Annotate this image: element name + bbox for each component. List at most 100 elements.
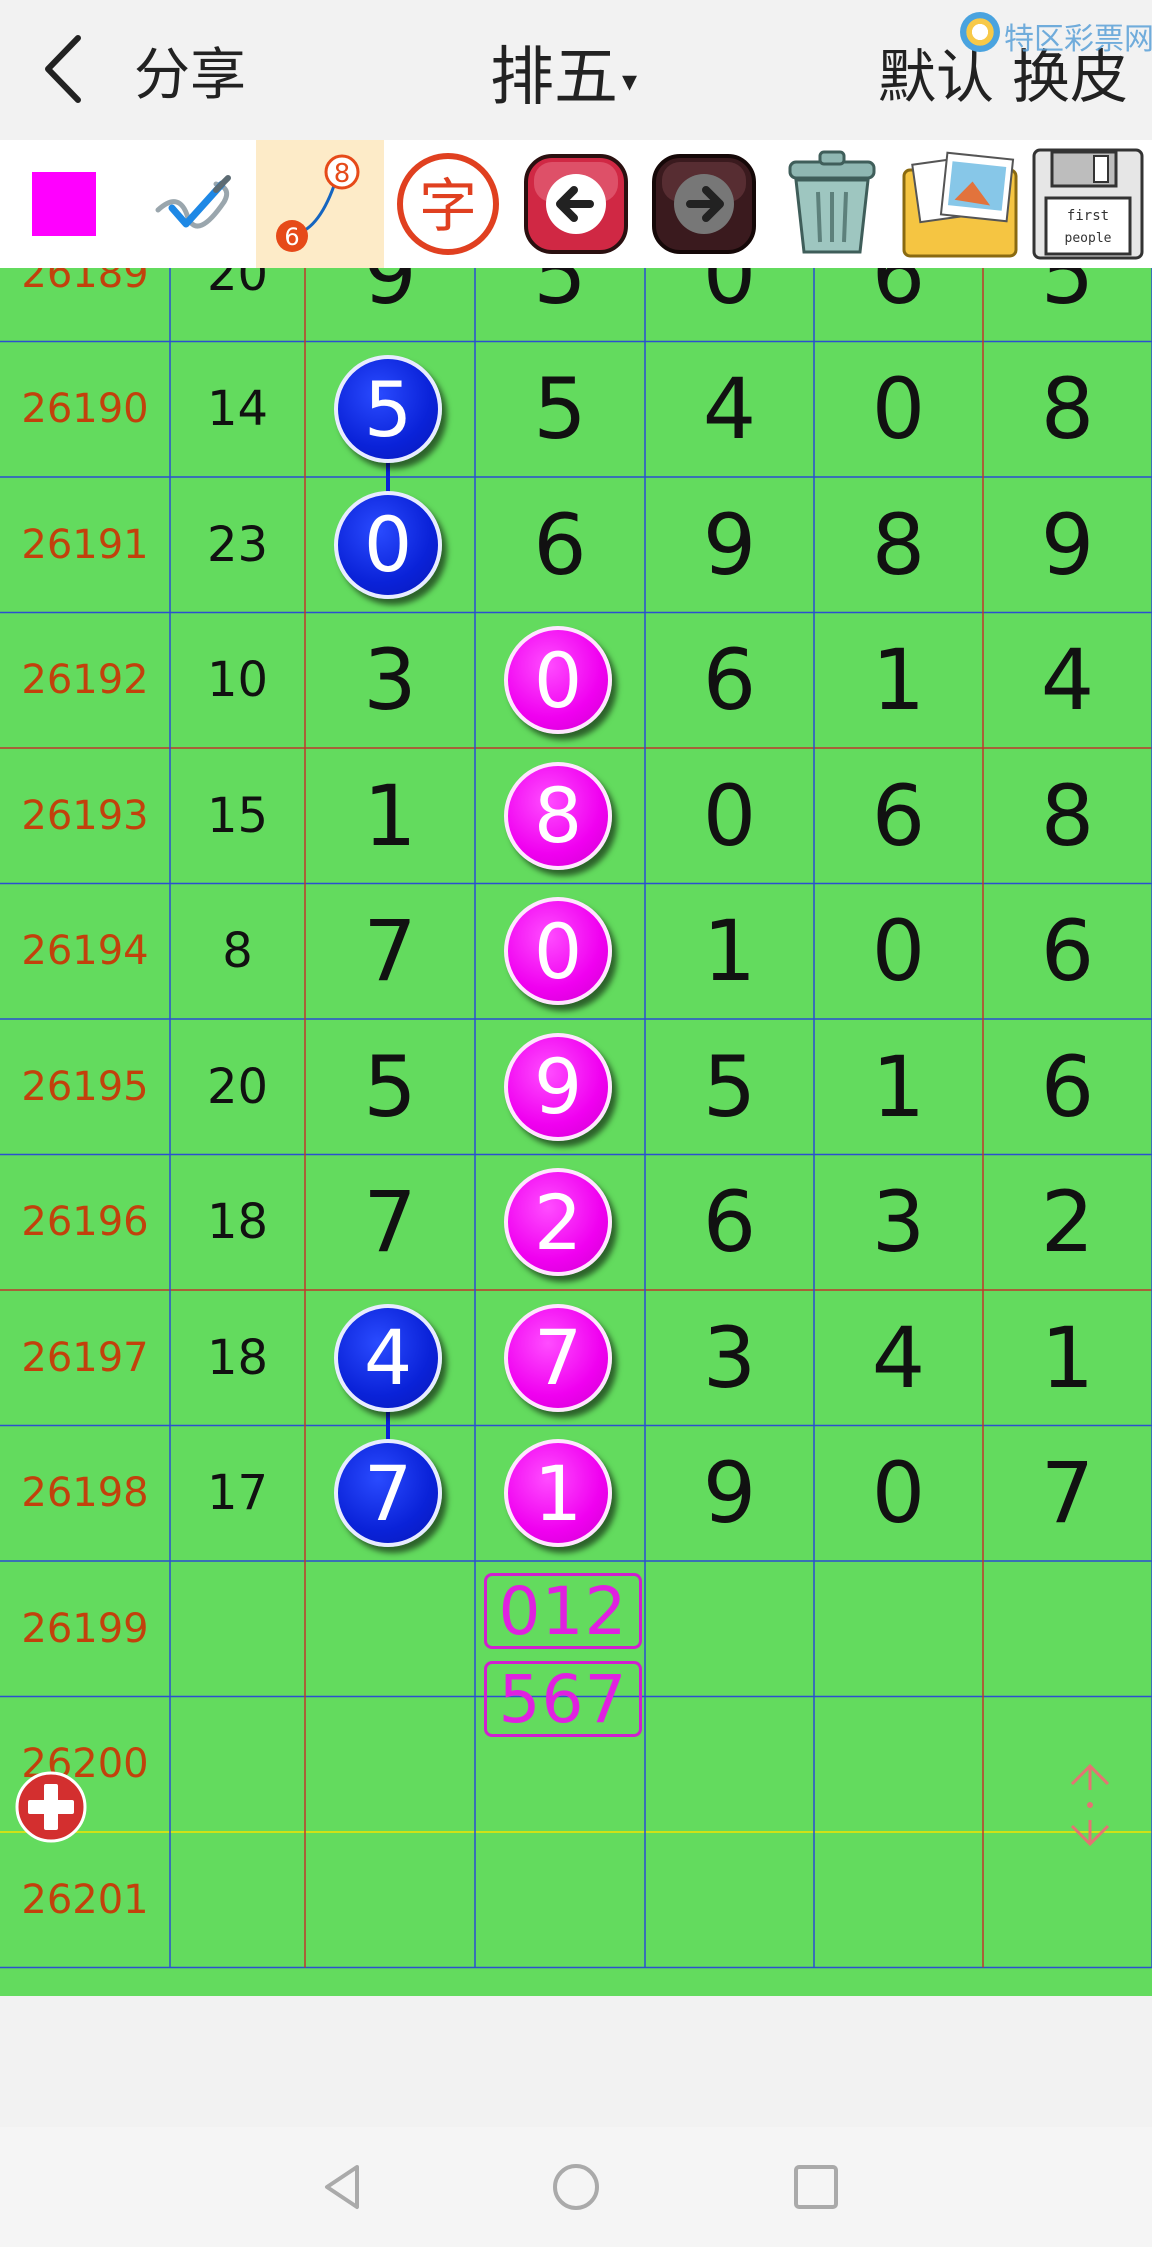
add-circle-icon xyxy=(15,1771,87,1843)
digit-cell xyxy=(645,1697,814,1833)
nav-back-button[interactable] xyxy=(303,2147,383,2227)
digit-cell xyxy=(305,1832,475,1968)
digit-sum: 20 xyxy=(206,1058,269,1115)
clear-button[interactable] xyxy=(768,140,896,268)
digit-cell xyxy=(645,1832,814,1968)
digit-cell: 1 xyxy=(363,766,417,865)
digit-cell: 7 xyxy=(1040,1444,1095,1543)
digit-sum: 15 xyxy=(206,787,269,844)
digit-sum: 20 xyxy=(206,268,269,302)
digit-cell: 6 xyxy=(702,1173,757,1272)
issue-number: 26196 xyxy=(21,1199,149,1246)
digit-sum: 10 xyxy=(206,652,269,709)
color-swatch xyxy=(32,172,96,236)
text-tool-button[interactable]: 字 xyxy=(384,140,512,268)
blue-ball-marker[interactable]: 4 xyxy=(334,1303,442,1412)
undo-button[interactable] xyxy=(512,140,640,268)
blue-ball-marker[interactable]: 5 xyxy=(334,355,442,464)
digit-sum: 23 xyxy=(206,516,269,573)
nav-recent-button[interactable] xyxy=(776,2147,856,2227)
nav-recent-icon xyxy=(794,2165,838,2209)
digit-cell xyxy=(814,1561,983,1697)
text-tool-glyph: 字 xyxy=(419,172,477,240)
digit-cell: 4 xyxy=(871,1308,926,1407)
issue-number: 26190 xyxy=(21,386,149,433)
back-button[interactable] xyxy=(30,24,100,114)
digit-sum xyxy=(170,1697,305,1833)
issue-number: 26195 xyxy=(21,1063,149,1110)
issue-number: 26201 xyxy=(21,1876,149,1923)
digit-cell: 6 xyxy=(1040,1037,1095,1136)
connect-line-icon: 8 6 xyxy=(276,154,360,252)
lottery-trend-grid[interactable]: 26189 20 9 5 0 6 5 26190 14 5 5 4 0 8 26191 23 0 6 9 8 9 2619… xyxy=(0,268,1152,1996)
pink-ball-marker[interactable]: 1 xyxy=(504,1439,612,1548)
nav-home-button[interactable] xyxy=(536,2147,616,2227)
digit-cell: 6 xyxy=(702,631,757,730)
image-button[interactable] xyxy=(896,140,1024,268)
trash-icon xyxy=(788,150,876,254)
pink-ball-marker[interactable]: 8 xyxy=(504,761,612,870)
digit-cell: 4 xyxy=(702,360,757,459)
digit-cell: 7 xyxy=(363,902,417,1001)
pink-ball-marker[interactable]: 9 xyxy=(504,1032,612,1141)
digit-cell: 8 xyxy=(1040,766,1095,865)
pink-ball-marker[interactable]: 0 xyxy=(504,626,612,735)
save-button[interactable]: first people xyxy=(1024,140,1152,268)
digit-cell: 5 xyxy=(363,1037,417,1136)
redo-icon xyxy=(652,154,756,254)
digit-cell xyxy=(645,1561,814,1697)
watermark: 特区彩票网 xyxy=(960,12,1152,57)
drawing-toolbar: 8 6 字 first people xyxy=(0,140,1152,268)
scroll-updown-icon xyxy=(1070,1763,1110,1847)
digit-cell: 2 xyxy=(1040,1173,1095,1272)
digit-cell xyxy=(983,1832,1152,1968)
issue-number: 26192 xyxy=(21,657,149,704)
blue-ball-marker[interactable]: 7 xyxy=(334,1439,442,1548)
issue-number: 26198 xyxy=(21,1470,149,1517)
digit-sum: 8 xyxy=(222,923,253,980)
issue-number: 26194 xyxy=(21,928,149,975)
pink-ball-marker[interactable]: 2 xyxy=(504,1168,612,1277)
scroll-toggle-button[interactable] xyxy=(1064,1760,1116,1850)
prediction-box[interactable]: 012 xyxy=(484,1573,642,1650)
add-button[interactable] xyxy=(14,1770,88,1844)
digit-cell: 3 xyxy=(702,1308,757,1407)
digit-cell: 8 xyxy=(871,495,926,594)
pink-ball-marker[interactable]: 7 xyxy=(504,1303,612,1412)
digit-cell: 6 xyxy=(871,268,926,323)
digit-cell: 4 xyxy=(1040,631,1095,730)
undo-icon xyxy=(524,154,628,254)
digit-cell: 0 xyxy=(871,1444,926,1543)
redo-button[interactable] xyxy=(640,140,768,268)
digit-cell: 9 xyxy=(702,495,757,594)
digit-cell: 5 xyxy=(533,360,587,459)
nav-home-icon xyxy=(553,2164,599,2210)
nav-back-icon xyxy=(325,2165,359,2209)
share-button[interactable]: 分享 xyxy=(134,30,246,111)
digit-sum: 18 xyxy=(206,1329,269,1386)
pink-ball-marker[interactable]: 0 xyxy=(504,897,612,1006)
color-picker-button[interactable] xyxy=(0,140,128,268)
digit-sum: 17 xyxy=(206,1465,269,1522)
connect-line-tool-button[interactable]: 8 6 xyxy=(256,140,384,268)
issue-number: 26199 xyxy=(21,1605,149,1652)
digit-cell: 0 xyxy=(871,902,926,1001)
chevron-left-icon xyxy=(45,35,81,103)
digit-cell: 5 xyxy=(702,1037,757,1136)
digit-cell: 0 xyxy=(871,360,926,459)
pen-tool-button[interactable] xyxy=(128,140,256,268)
save-label-first: first xyxy=(1067,208,1109,224)
digit-cell: 6 xyxy=(533,495,587,594)
blue-ball-marker[interactable]: 0 xyxy=(334,490,442,599)
digit-cell: 3 xyxy=(871,1173,926,1272)
page-title: 排五 xyxy=(490,41,618,115)
digit-cell xyxy=(983,1561,1152,1697)
prediction-box[interactable]: 567 xyxy=(484,1661,642,1738)
lottery-type-selector[interactable]: 排五 ▾ xyxy=(490,26,637,118)
digit-cell: 3 xyxy=(363,631,417,730)
digit-cell: 8 xyxy=(1040,360,1095,459)
issue-number: 26191 xyxy=(21,521,149,568)
digit-cell: 1 xyxy=(702,902,757,1001)
top-bar: 分享 排五 ▾ 默认 换皮 特区彩票网 xyxy=(0,0,1152,140)
line-tool-number-8: 8 xyxy=(334,159,351,189)
